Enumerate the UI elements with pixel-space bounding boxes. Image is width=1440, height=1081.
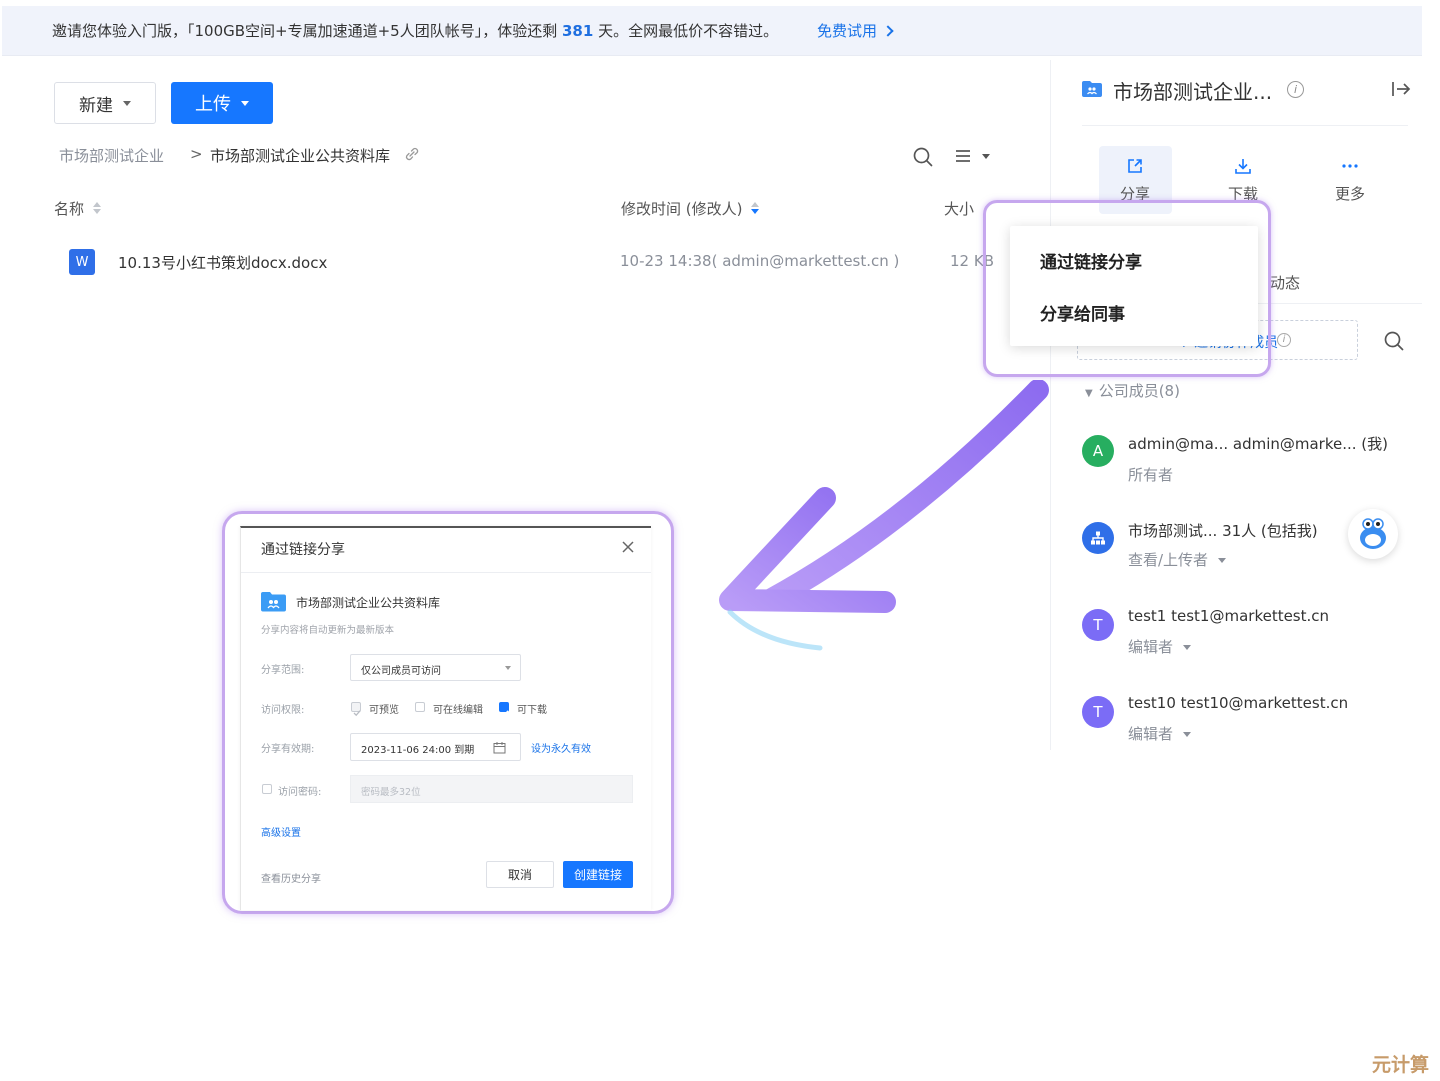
member-name: test10 test10@markettest.cn <box>1128 694 1349 712</box>
new-button[interactable]: 新建 <box>54 82 156 124</box>
dialog-note: 分享内容将自动更新为最新版本 <box>261 625 395 636</box>
org-chart-icon <box>1091 531 1105 545</box>
permission-label: 访问权限: <box>261 705 305 716</box>
column-size[interactable]: 大小 <box>944 198 974 219</box>
free-trial-link[interactable]: 免费试用 <box>817 20 894 41</box>
caret-down-icon <box>1183 732 1192 737</box>
caret-down-icon <box>505 666 511 670</box>
member-role-dropdown[interactable]: 编辑者 <box>1128 723 1192 744</box>
promo-text: 邀请您体验入门版，「100GB空间+专属加速通道+5人团队帐号」，体验还剩 38… <box>52 22 779 40</box>
highlight-frame <box>983 200 1271 377</box>
scope-label: 分享范围: <box>261 665 305 676</box>
expiry-label: 分享有效期: <box>261 744 315 755</box>
chevron-right-icon <box>882 25 894 37</box>
info-icon[interactable]: i <box>1277 333 1291 347</box>
group-avatar <box>1082 522 1114 554</box>
more-icon <box>1342 164 1358 168</box>
download-action[interactable]: 下载 <box>1208 157 1278 204</box>
search-icon[interactable] <box>912 146 934 168</box>
days-remaining: 381 <box>562 22 594 40</box>
share-icon <box>1128 159 1142 173</box>
set-permanent-link[interactable]: 设为永久有效 <box>531 740 591 755</box>
member-search-icon[interactable] <box>1383 330 1405 352</box>
member-role: 所有者 <box>1128 466 1174 484</box>
close-icon[interactable] <box>621 540 635 554</box>
word-doc-icon: W <box>69 249 95 275</box>
team-folder-icon <box>261 592 286 612</box>
caret-down-icon <box>1183 645 1192 650</box>
file-modified-time: 10-23 14:38( admin@markettest.cn ) <box>620 252 900 270</box>
team-folder-icon <box>1082 81 1102 97</box>
caret-down-icon <box>241 100 249 106</box>
column-modified-time[interactable]: 修改时间 (修改人) <box>621 198 742 219</box>
download-icon <box>1235 159 1251 174</box>
scope-select[interactable]: 仅公司成员可访问 <box>350 654 521 681</box>
panel-header-divider <box>1082 125 1408 126</box>
assistant-mascot-icon[interactable] <box>1348 509 1398 559</box>
upload-button[interactable]: 上传 <box>171 82 273 124</box>
panel-title: 市场部测试企业... <box>1113 80 1273 104</box>
password-label: 访问密码: <box>278 787 322 798</box>
avatar: T <box>1082 609 1114 641</box>
sort-icon[interactable] <box>92 201 102 215</box>
watermark: 元计算 <box>1372 1054 1430 1076</box>
create-link-button[interactable]: 创建链接 <box>563 861 633 888</box>
member-name: 市场部测试... 31人 (包括我) <box>1128 522 1318 540</box>
close-panel-icon[interactable] <box>1391 80 1411 98</box>
calendar-icon <box>493 742 506 754</box>
link-icon[interactable] <box>403 145 421 163</box>
dialog-folder-name: 市场部测试企业公共资料库 <box>296 596 441 610</box>
file-name[interactable]: 10.13号小红书策划docx.docx <box>118 252 327 273</box>
caret-down-icon <box>1218 558 1227 563</box>
avatar: T <box>1082 696 1114 728</box>
column-name[interactable]: 名称 <box>54 198 84 219</box>
more-action[interactable]: 更多 <box>1315 157 1385 204</box>
share-link-dialog <box>240 526 651 910</box>
download-label: 可下载 <box>517 705 547 716</box>
caret-down-icon <box>123 100 131 106</box>
password-checkbox[interactable] <box>262 784 272 794</box>
member-name: admin@ma... admin@marke... (我) <box>1128 435 1389 453</box>
tab-dynamic[interactable]: 动态 <box>1270 272 1300 293</box>
info-icon[interactable]: i <box>1287 81 1304 98</box>
collapse-triangle-icon: ▼ <box>1085 388 1093 399</box>
cancel-button[interactable]: 取消 <box>486 861 554 888</box>
online-edit-checkbox[interactable] <box>415 702 425 712</box>
members-group-header[interactable]: ▼ 公司成员(8) <box>1085 380 1180 401</box>
password-input[interactable]: 密码最多32位 <box>350 775 633 803</box>
member-role-dropdown[interactable]: 查看/上传者 <box>1128 549 1227 570</box>
download-checkbox[interactable] <box>499 702 509 717</box>
sort-active-icon[interactable] <box>750 201 760 215</box>
member-name: test1 test1@markettest.cn <box>1128 607 1330 625</box>
share-action[interactable]: 分享 <box>1100 157 1170 204</box>
expiry-date-input[interactable]: 2023-11-06 24:00 到期 <box>350 733 521 761</box>
preview-checkbox <box>351 702 361 717</box>
pointer-arrow-icon <box>719 380 1049 651</box>
dialog-divider <box>241 572 651 573</box>
breadcrumb-separator: > <box>190 145 203 163</box>
breadcrumb-current: 市场部测试企业公共资料库 <box>210 147 391 165</box>
advanced-settings-link[interactable]: 高级设置 <box>261 824 301 839</box>
list-view-icon[interactable] <box>954 147 994 167</box>
share-history-link[interactable]: 查看历史分享 <box>261 870 321 885</box>
dialog-title: 通过链接分享 <box>261 542 345 558</box>
member-role-dropdown[interactable]: 编辑者 <box>1128 636 1192 657</box>
avatar: A <box>1082 435 1114 467</box>
breadcrumb-root[interactable]: 市场部测试企业 <box>59 145 164 166</box>
preview-label: 可预览 <box>369 705 399 716</box>
online-edit-label: 可在线编辑 <box>433 705 483 716</box>
